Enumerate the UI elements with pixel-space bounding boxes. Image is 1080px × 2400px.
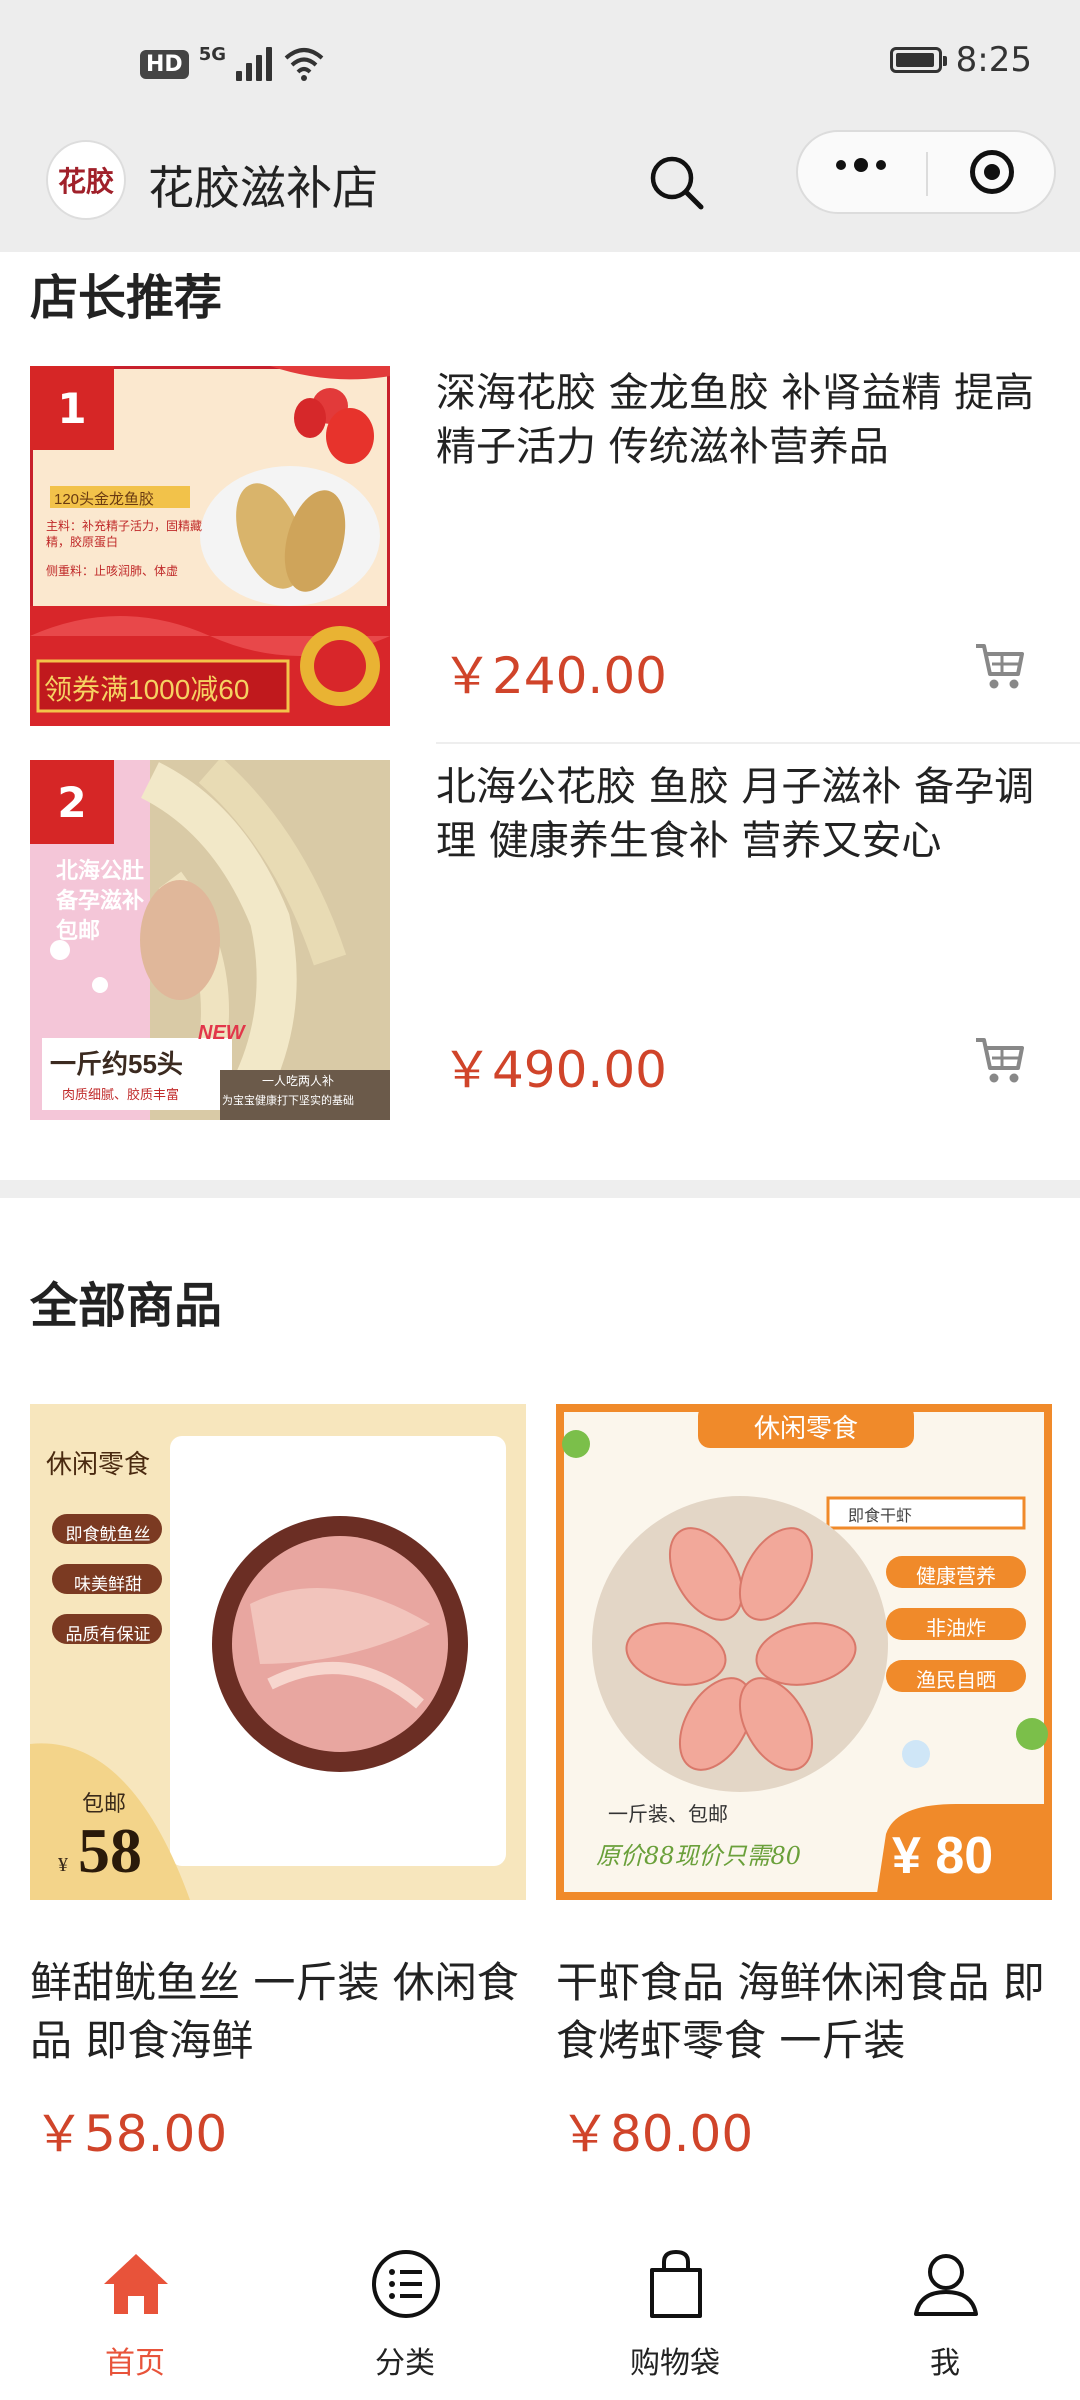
tab-label: 分类 xyxy=(375,2346,435,2381)
shop-logo: 花胶 xyxy=(46,140,126,220)
product-image[interactable]: 休闲零食 即食鱿鱼丝 味美鲜甜 品质有保证 包邮 ¥ 58 xyxy=(30,1404,526,1900)
wifi-icon xyxy=(284,48,324,81)
user-icon xyxy=(914,2254,978,2316)
image-vertical-text: 休闲零食 xyxy=(46,1450,151,1480)
image-tag-1: 即食鱿鱼丝 xyxy=(65,1525,151,1544)
tab-label: 我 xyxy=(930,2346,960,2381)
image-line-2: 原价88现价只需80 xyxy=(596,1842,802,1870)
add-to-cart-icon[interactable] xyxy=(972,1032,1028,1088)
tab-label: 购物袋 xyxy=(630,2346,720,2381)
image-price-badge: ¥ 80 xyxy=(892,1827,994,1885)
bottom-tab-bar: 首页 分类 购物袋 我 xyxy=(0,2218,1080,2400)
home-icon xyxy=(104,2254,168,2314)
product-image[interactable]: 休闲零食 即食干虾 健康营养 非油炸 渔民自晒 一斤装、包邮 原价88现价只需8… xyxy=(556,1404,1052,1900)
status-right: 8:25 xyxy=(889,40,1032,80)
product-image[interactable]: 1 120头金龙鱼胶 主料：补充精子活力，固精藏精，胶原蛋白 侧重料：止咳润肺、… xyxy=(30,366,390,726)
product-price: ￥490.00 xyxy=(442,1041,667,1099)
image-tag: 120头金龙鱼胶 xyxy=(54,491,155,508)
status-left: HD 5G xyxy=(140,44,326,84)
more-icon[interactable] xyxy=(836,158,886,172)
image-tag-3: 渔民自晒 xyxy=(916,1670,996,1692)
search-icon[interactable] xyxy=(644,150,710,216)
product-price: ￥58.00 xyxy=(34,2105,228,2163)
badge-currency: ¥ xyxy=(58,1854,68,1876)
tab-home[interactable]: 首页 xyxy=(0,2218,270,2400)
tab-category[interactable]: 分类 xyxy=(270,2218,540,2400)
image-tag-2: 非油炸 xyxy=(926,1618,986,1640)
capsule-divider xyxy=(926,152,928,196)
recommend-item[interactable]: 2 北海公肚 备孕滋补 包邮 NEW 一斤约55头 肉质细腻、胶质丰富 一人吃两… xyxy=(0,760,1080,1140)
tab-bag[interactable]: 购物袋 xyxy=(540,2218,810,2400)
image-tag-3: 品质有保证 xyxy=(65,1625,151,1644)
status-bar: HD 5G 8:25 xyxy=(0,0,1080,130)
page-title: 花胶滋补店 xyxy=(148,161,378,215)
list-divider xyxy=(436,742,1080,744)
image-tag-2: 味美鲜甜 xyxy=(74,1575,142,1594)
tab-label: 首页 xyxy=(105,2346,165,2381)
tab-me[interactable]: 我 xyxy=(810,2218,1080,2400)
image-right-1: 一人吃两人补 xyxy=(262,1074,335,1088)
shop-logo-text: 花胶 xyxy=(57,165,114,198)
signal-icon xyxy=(236,47,272,81)
image-weight: 一斤约55头 xyxy=(50,1049,183,1079)
image-line-2: 侧重料：止咳润肺、体虚 xyxy=(46,564,179,578)
image-banner: 休闲零食 xyxy=(753,1414,858,1444)
product-card[interactable]: 休闲零食 即食鱿鱼丝 味美鲜甜 品质有保证 包邮 ¥ 58 鲜甜鱿鱼丝 一斤装 … xyxy=(30,1404,526,2184)
product-name[interactable]: 鲜甜鱿鱼丝 一斤装 休闲食品 即食海鲜 xyxy=(30,1954,530,2070)
section-separator xyxy=(0,1180,1080,1198)
all-products-section-title: 全部商品 xyxy=(30,1278,223,1334)
image-line-1: 一斤装、包邮 xyxy=(608,1804,728,1826)
mini-program-header: 花胶 花胶滋补店 xyxy=(0,130,1080,252)
rank-badge: 2 xyxy=(30,760,114,844)
product-image[interactable]: 2 北海公肚 备孕滋补 包邮 NEW 一斤约55头 肉质细腻、胶质丰富 一人吃两… xyxy=(30,760,390,1120)
close-miniprogram-icon[interactable] xyxy=(970,150,1014,194)
status-time: 8:25 xyxy=(955,40,1032,80)
rank-badge: 1 xyxy=(30,366,114,450)
recommend-section-title: 店长推荐 xyxy=(30,270,223,326)
image-right-2: 为宝宝健康打下坚实的基础 xyxy=(222,1095,354,1107)
product-price: ￥240.00 xyxy=(442,647,667,705)
image-sub: 肉质细腻、胶质丰富 xyxy=(62,1087,180,1102)
new-badge: NEW xyxy=(198,1022,245,1044)
coupon-text: 领券满1000减60 xyxy=(44,674,250,705)
product-name[interactable]: 北海公花胶 鱼胶 月子滋补 备孕调理 健康养生食补 营养又安心 xyxy=(436,760,1036,868)
product-card[interactable]: 休闲零食 即食干虾 健康营养 非油炸 渔民自晒 一斤装、包邮 原价88现价只需8… xyxy=(556,1404,1052,2184)
recommend-item[interactable]: 1 120头金龙鱼胶 主料：补充精子活力，固精藏精，胶原蛋白 侧重料：止咳润肺、… xyxy=(0,366,1080,746)
bag-icon xyxy=(650,2249,702,2318)
list-icon xyxy=(372,2250,440,2318)
product-price: ￥80.00 xyxy=(560,2105,754,2163)
badge-price: 58 xyxy=(78,1815,142,1886)
hd-icon: HD xyxy=(140,49,189,79)
image-tag-1: 健康营养 xyxy=(916,1566,996,1588)
image-search-text: 即食干虾 xyxy=(848,1508,913,1525)
network-type: 5G xyxy=(198,43,226,65)
product-name[interactable]: 深海花胶 金龙鱼胶 补肾益精 提高精子活力 传统滋补营养品 xyxy=(436,366,1036,474)
product-name[interactable]: 干虾食品 海鲜休闲食品 即食烤虾零食 一斤装 xyxy=(556,1954,1056,2070)
image-headline: 北海公肚 备孕滋补 包邮 xyxy=(56,858,145,943)
image-line-1: 主料：补充精子活力，固精藏精，胶原蛋白 xyxy=(46,519,203,549)
battery-icon xyxy=(889,47,947,73)
add-to-cart-icon[interactable] xyxy=(972,638,1028,694)
capsule-menu xyxy=(796,130,1056,214)
